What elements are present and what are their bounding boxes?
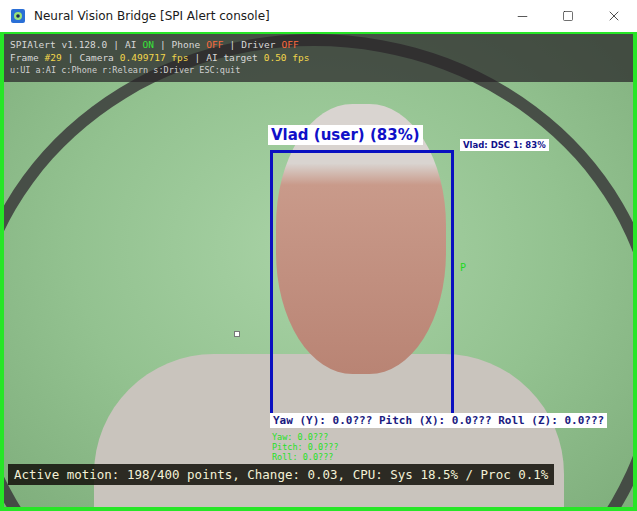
maximize-icon <box>562 10 574 22</box>
pose-line: Pitch: 0.0??? <box>272 442 339 452</box>
title-bar: Neural Vision Bridge [SPI Alert console] <box>0 0 637 32</box>
maximize-button[interactable] <box>545 0 591 32</box>
toggle-value: OFF <box>206 38 223 51</box>
window-title: Neural Vision Bridge [SPI Alert console] <box>34 9 499 23</box>
status-bar: Active motion: 198/400 points, Change: 0… <box>8 464 554 485</box>
hud-separator: | <box>68 51 74 64</box>
stat-label: Camera <box>80 51 114 64</box>
minimize-button[interactable] <box>499 0 545 32</box>
pose-lines: Yaw: 0.0???Pitch: 0.0???Roll: 0.0??? <box>272 432 339 462</box>
toggle-value: OFF <box>281 38 298 51</box>
key-hints: u:UI a:AI c:Phone r:Relearn s:Driver ESC… <box>10 64 627 77</box>
hud-status-row: SPIAlert v1.128.0 | AI ON | Phone OFF | Driver OF… <box>10 38 627 51</box>
person-body <box>94 354 564 511</box>
stat-value: #29 <box>45 51 62 64</box>
minimize-icon <box>515 9 530 24</box>
tracking-marker <box>234 331 240 337</box>
hud-separator: | <box>229 38 235 51</box>
hud-panel: SPIAlert v1.128.0|AION|PhoneOFF|DriverOF… <box>4 34 633 82</box>
camera-view: SPIAlert v1.128.0|AION|PhoneOFF|DriverOF… <box>0 32 637 511</box>
hud-stats-row: Frame #29 | Camera 0.499717 fps | AI target 0.5… <box>10 51 627 64</box>
toggle-label: Driver <box>241 38 275 51</box>
hud-separator: | <box>160 38 166 51</box>
toggle-value: ON <box>142 38 153 51</box>
window-controls <box>499 0 637 32</box>
pose-readout: Yaw (Y): 0.0??? Pitch (X): 0.0??? Roll (… <box>270 413 607 428</box>
face-box <box>270 150 454 420</box>
close-button[interactable] <box>591 0 637 32</box>
stat-label: Frame <box>10 51 39 64</box>
app-version: SPIAlert v1.128.0 <box>10 38 107 51</box>
pose-line: Roll: 0.0??? <box>272 452 339 462</box>
pose-line: Yaw: 0.0??? <box>272 432 339 442</box>
face-label: Vlad (user) (83%) <box>268 125 423 145</box>
face-side-label: Vlad: DSC 1: 83% <box>460 139 549 151</box>
toggle-label: AI <box>125 38 136 51</box>
stat-label: AI target <box>206 51 257 64</box>
hud-separator: | <box>113 38 119 51</box>
toggle-label: Phone <box>172 38 201 51</box>
landmark-label: P <box>460 262 466 273</box>
hud-separator: | <box>194 51 200 64</box>
app-window: Neural Vision Bridge [SPI Alert console]… <box>0 0 637 511</box>
close-icon <box>606 8 622 24</box>
stat-value: 0.50 fps <box>264 51 310 64</box>
app-logo-icon <box>10 8 26 24</box>
stat-value: 0.499717 fps <box>120 51 189 64</box>
